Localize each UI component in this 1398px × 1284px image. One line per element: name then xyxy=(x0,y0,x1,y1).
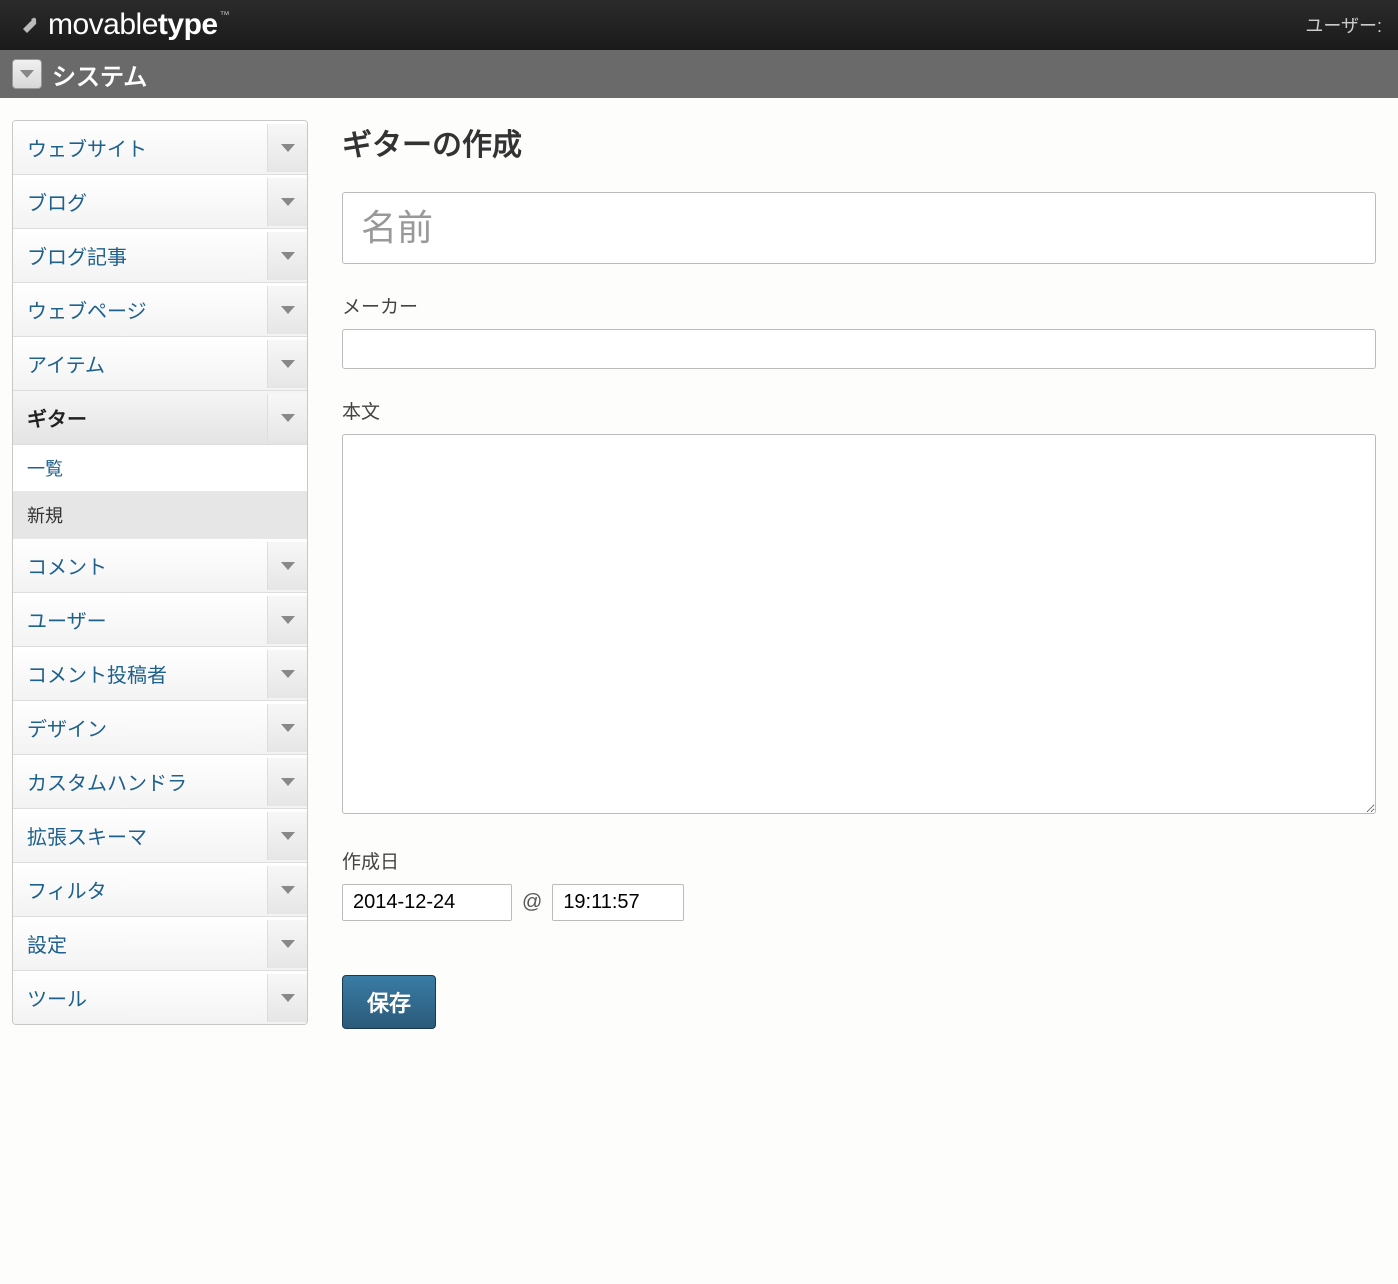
sidebar-item-ext-schema[interactable]: 拡張スキーマ xyxy=(13,809,307,863)
date-row: @ xyxy=(342,884,1376,921)
sidebar-chevron-website[interactable] xyxy=(267,124,307,172)
sidebar-chevron-filter[interactable] xyxy=(267,866,307,914)
brand-text: movabletype ™ xyxy=(48,8,229,42)
sidebar-subitem-new[interactable]: 新規 xyxy=(13,492,307,539)
sidebar-chevron-page[interactable] xyxy=(267,286,307,334)
sidebar: ウェブサイトブログブログ記事ウェブページアイテムギター一覧新規コメントユーザーコ… xyxy=(12,120,308,1025)
chevron-down-icon xyxy=(281,778,295,786)
save-button[interactable]: 保存 xyxy=(342,975,436,1029)
sidebar-chevron-guitar[interactable] xyxy=(267,394,307,442)
sidebar-chevron-custom-handler[interactable] xyxy=(267,758,307,806)
sidebar-subitem-list[interactable]: 一覧 xyxy=(13,445,307,492)
sidebar-item-user[interactable]: ユーザー xyxy=(13,593,307,647)
sidebar-item-filter[interactable]: フィルタ xyxy=(13,863,307,917)
scope-label: システム xyxy=(52,57,147,92)
sidebar-item-label: ウェブサイト xyxy=(13,121,267,174)
time-input[interactable] xyxy=(552,884,684,921)
sidebar-item-custom-handler[interactable]: カスタムハンドラ xyxy=(13,755,307,809)
sidebar-item-comment[interactable]: コメント xyxy=(13,539,307,593)
sidebar-item-label: フィルタ xyxy=(13,863,267,916)
sidebar-item-label: ブログ xyxy=(13,175,267,228)
sidebar-chevron-design[interactable] xyxy=(267,704,307,752)
chevron-down-icon xyxy=(20,70,34,78)
sidebar-item-blog[interactable]: ブログ xyxy=(13,175,307,229)
sidebar-item-label: ウェブページ xyxy=(13,283,267,336)
sidebar-item-label: アイテム xyxy=(13,337,267,390)
sidebar-subitems-guitar: 一覧新規 xyxy=(13,445,307,539)
at-separator: @ xyxy=(522,891,542,914)
chevron-down-icon xyxy=(281,670,295,678)
sidebar-item-label: コメント xyxy=(13,539,267,592)
sidebar-item-label: 設定 xyxy=(13,917,267,970)
sidebar-item-design[interactable]: デザイン xyxy=(13,701,307,755)
sidebar-item-page[interactable]: ウェブページ xyxy=(13,283,307,337)
sidebar-item-tools[interactable]: ツール xyxy=(13,971,307,1024)
sidebar-chevron-settings[interactable] xyxy=(267,920,307,968)
maker-input[interactable] xyxy=(342,329,1376,369)
sidebar-item-settings[interactable]: 設定 xyxy=(13,917,307,971)
sidebar-item-label: ツール xyxy=(13,971,267,1024)
topbar: movabletype ™ ユーザー: xyxy=(0,0,1398,50)
sidebar-item-label: コメント投稿者 xyxy=(13,647,267,700)
wrench-icon xyxy=(16,12,42,38)
sidebar-item-label: カスタムハンドラ xyxy=(13,755,267,808)
sidebar-item-item[interactable]: アイテム xyxy=(13,337,307,391)
maker-label: メーカー xyxy=(342,292,1376,319)
sidebar-chevron-blog[interactable] xyxy=(267,178,307,226)
chevron-down-icon xyxy=(281,144,295,152)
sidebar-chevron-comment[interactable] xyxy=(267,542,307,590)
sidebar-item-website[interactable]: ウェブサイト xyxy=(13,121,307,175)
main-content: ギターの作成 メーカー 本文 作成日 @ 保存 xyxy=(342,120,1376,1029)
sidebar-item-commenter[interactable]: コメント投稿者 xyxy=(13,647,307,701)
sidebar-item-entry[interactable]: ブログ記事 xyxy=(13,229,307,283)
sidebar-item-label: ブログ記事 xyxy=(13,229,267,282)
scope-toggle-button[interactable] xyxy=(12,59,42,89)
body-label: 本文 xyxy=(342,397,1376,424)
chevron-down-icon xyxy=(281,306,295,314)
chevron-down-icon xyxy=(281,616,295,624)
sidebar-item-guitar[interactable]: ギター xyxy=(13,391,307,445)
chevron-down-icon xyxy=(281,198,295,206)
chevron-down-icon xyxy=(281,940,295,948)
created-date-label: 作成日 xyxy=(342,847,1376,874)
chevron-down-icon xyxy=(281,360,295,368)
body-textarea[interactable] xyxy=(342,434,1376,814)
chevron-down-icon xyxy=(281,832,295,840)
chevron-down-icon xyxy=(281,414,295,422)
sidebar-chevron-user[interactable] xyxy=(267,596,307,644)
chevron-down-icon xyxy=(281,562,295,570)
brand-logo[interactable]: movabletype ™ xyxy=(16,8,229,42)
sidebar-chevron-item[interactable] xyxy=(267,340,307,388)
chevron-down-icon xyxy=(281,994,295,1002)
sidebar-chevron-tools[interactable] xyxy=(267,974,307,1022)
sidebar-item-label: ユーザー xyxy=(13,593,267,646)
page-title: ギターの作成 xyxy=(342,120,1376,164)
sidebar-item-label: 拡張スキーマ xyxy=(13,809,267,862)
sidebar-chevron-commenter[interactable] xyxy=(267,650,307,698)
sidebar-chevron-ext-schema[interactable] xyxy=(267,812,307,860)
chevron-down-icon xyxy=(281,252,295,260)
chevron-down-icon xyxy=(281,724,295,732)
scopebar: システム xyxy=(0,50,1398,98)
user-label[interactable]: ユーザー: xyxy=(1305,12,1382,38)
sidebar-item-label: ギター xyxy=(13,391,267,444)
name-input[interactable] xyxy=(342,192,1376,264)
date-input[interactable] xyxy=(342,884,512,921)
sidebar-chevron-entry[interactable] xyxy=(267,232,307,280)
sidebar-item-label: デザイン xyxy=(13,701,267,754)
chevron-down-icon xyxy=(281,886,295,894)
